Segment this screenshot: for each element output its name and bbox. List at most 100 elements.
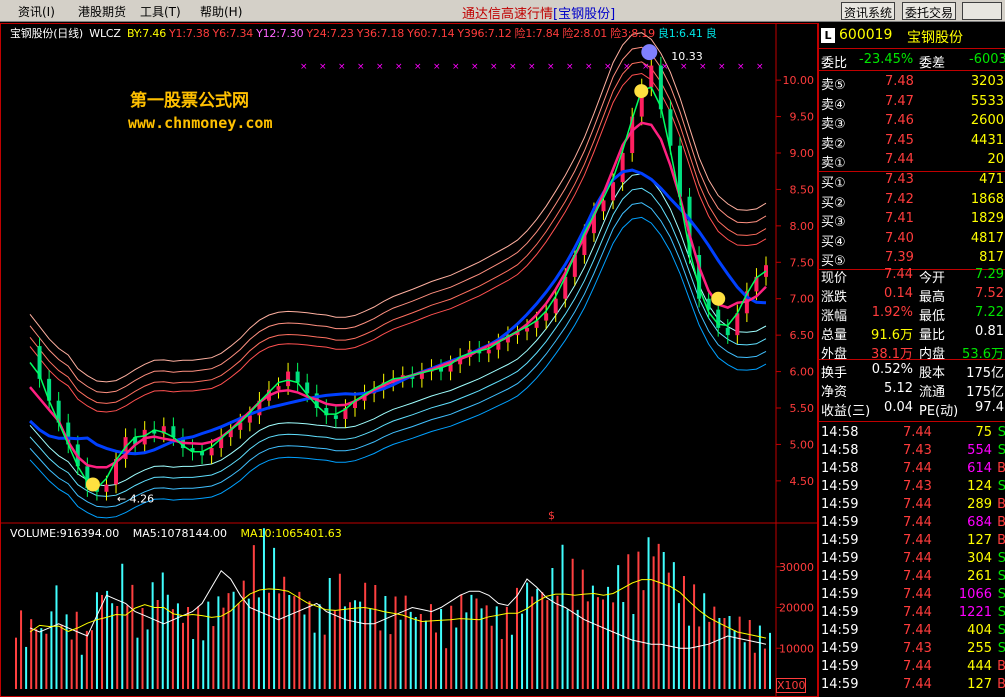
tick-time: 14:59 [821, 551, 859, 566]
buy-level-volume: 1829 [970, 211, 1004, 226]
price-axis-label: 7.50 [790, 256, 815, 269]
candle-body [171, 426, 176, 438]
envelope-band-6 [29, 202, 767, 508]
buy-level-volume: 471 [979, 172, 1004, 187]
kline-chart-area[interactable]: 10.00 9.50 9.00 8.50 8.00 7.50 7.00 6.50 6.00 5.5… [0, 23, 818, 697]
sell-level-label: 卖③ [821, 117, 846, 132]
indicator-value-6: Y60:7.14 [407, 27, 455, 40]
stat-label: 最低 [919, 309, 946, 324]
tick-direction: B [997, 533, 1005, 548]
menu-info[interactable]: 资讯(I) [18, 3, 55, 20]
volume-ma10-line [29, 579, 767, 639]
tick-price: 7.43 [903, 479, 932, 494]
tick-direction: B [997, 659, 1005, 674]
buy-level-row: 买③ 7.41 1829 [819, 210, 1005, 230]
signal-marker: × [528, 62, 536, 72]
signal-marker: × [585, 62, 593, 72]
tick-price: 7.44 [903, 533, 932, 548]
stat-label: 今开 [919, 271, 946, 286]
tick-time: 14:59 [821, 623, 859, 638]
volume-axis-label: 30000 [779, 561, 814, 574]
price-axis-label: 6.00 [790, 366, 815, 379]
volume-ma10: MA10:1065401.63 [240, 527, 342, 540]
candle-body [668, 109, 673, 146]
tick-row: 14:59 7.44 261 S [819, 568, 1005, 587]
tick-time: 14:59 [821, 677, 859, 692]
volume-scale-label[interactable]: X100 [776, 678, 806, 693]
stat-value: 7.29 [975, 267, 1004, 282]
smile-face-icon [711, 291, 726, 306]
stat-value: 0.52% [871, 362, 913, 377]
price-axis-label: 4.50 [790, 475, 815, 488]
menu-help[interactable]: 帮助(H) [200, 3, 242, 20]
signal-marker: × [509, 62, 517, 72]
indicator-value-12: 良 [705, 27, 717, 40]
tick-time: 14:59 [821, 659, 859, 674]
tick-price: 7.44 [903, 569, 932, 584]
tick-row: 14:59 7.44 444 B [819, 658, 1005, 677]
envelope-band-5 [29, 187, 767, 497]
tick-price: 7.44 [903, 461, 932, 476]
price-axis-label: 7.00 [790, 293, 815, 306]
tick-direction: B [997, 497, 1005, 512]
price-axis-label: 9.50 [790, 111, 815, 124]
signal-marker: × [661, 62, 669, 72]
buy-level-price: 7.41 [885, 211, 914, 226]
signal-marker: × [642, 62, 650, 72]
menu-hk-futures[interactable]: 港股期货 [78, 3, 126, 20]
window-controls[interactable] [962, 2, 1002, 20]
weibi-row: 委比 -23.45% 委差 -6003 [819, 51, 1005, 71]
app-title-stock: [宝钢股份] [553, 7, 616, 22]
signal-marker: × [338, 62, 346, 72]
buy-level-volume: 1868 [970, 191, 1004, 207]
candle-body [286, 371, 291, 387]
menu-tools[interactable]: 工具(T) [140, 3, 181, 20]
sell-level-row: 卖③ 7.46 2600 [819, 112, 1005, 132]
tick-direction: S [998, 551, 1005, 566]
buy-level-volume: 817 [979, 250, 1004, 265]
chart-title: 宝钢股份(日线) [10, 27, 83, 40]
buy-level-label: 买④ [821, 234, 846, 250]
tick-direction: S [998, 605, 1005, 620]
candle-body [295, 371, 300, 383]
chart-header: 宝钢股份(日线) WLCZ BY:7.46 Y1:7.38 Y6:7.34 Y12:7… [10, 25, 723, 41]
tick-volume: 304 [967, 551, 992, 566]
sell-level-volume: 3203 [970, 74, 1004, 89]
tick-row: 14:59 7.44 127 B [819, 532, 1005, 551]
volume-axis-label: 20000 [779, 602, 814, 615]
tick-volume: 404 [967, 623, 992, 638]
trade-order-button[interactable]: 委托交易 [902, 2, 957, 20]
tick-price: 7.43 [903, 443, 932, 458]
signal-marker: × [547, 62, 555, 72]
buy-level-price: 7.43 [885, 172, 914, 187]
tick-direction: S [998, 569, 1005, 584]
tick-time: 14:58 [821, 425, 859, 440]
tick-row: 14:59 7.44 1221 S [819, 604, 1005, 623]
stat-row: 涨幅 1.92% 最低 7.22 [819, 304, 1005, 324]
tick-volume: 684 [967, 515, 992, 530]
sell-level-row: 卖② 7.45 4431 [819, 132, 1005, 152]
low-price-label: ← 4.26 [117, 492, 154, 505]
candle-body [209, 448, 214, 456]
candle-body [620, 153, 625, 183]
info-system-button[interactable]: 资讯系统 [841, 2, 896, 20]
stat-label: 收益(三) [821, 404, 871, 419]
sell-level-label: 卖④ [821, 97, 846, 113]
tick-row: 14:59 7.44 404 S [819, 622, 1005, 641]
buy-level-row: 买② 7.42 1868 [819, 191, 1005, 211]
tick-time: 14:59 [821, 605, 859, 620]
signal-marker: × [395, 62, 403, 72]
stat-label: 现价 [821, 271, 848, 286]
tick-row: 14:59 7.44 127 B [819, 676, 1005, 695]
dollar-marker: $ [548, 509, 555, 522]
quote-panel: L 600019 宝钢股份 委比 -23.45% 委差 -6003 卖⑤ 7.48… [818, 23, 1005, 697]
chart-canvas[interactable]: 10.00 9.50 9.00 8.50 8.00 7.50 7.00 6.50 6.00 5.5… [0, 23, 818, 697]
tick-time: 14:58 [821, 443, 859, 458]
tick-row: 14:59 7.44 684 B [819, 514, 1005, 533]
tick-price: 7.44 [903, 677, 932, 692]
sell-level-price: 7.44 [885, 152, 914, 167]
signal-marker: × [680, 62, 688, 72]
stat-label: 涨幅 [821, 309, 848, 324]
stock-code: 600019 [839, 27, 893, 43]
tick-volume: 261 [967, 569, 992, 584]
